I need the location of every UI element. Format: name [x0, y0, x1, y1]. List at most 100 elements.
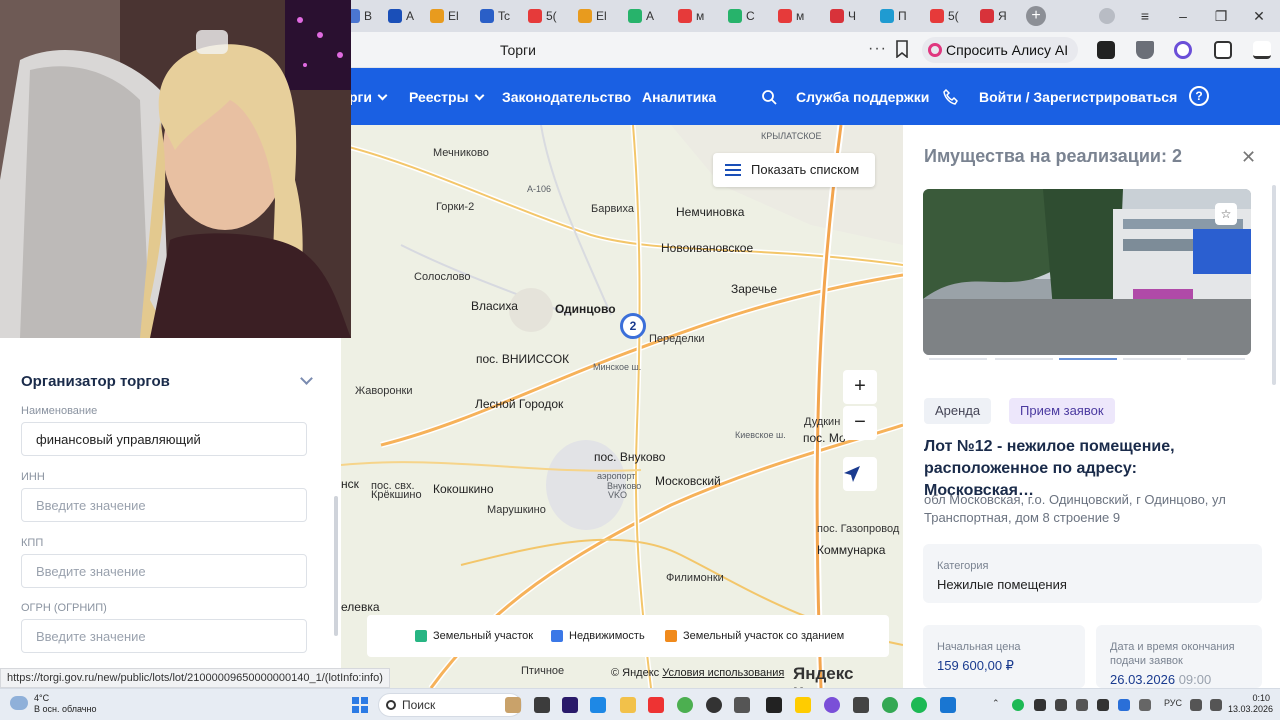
search-icon[interactable]: [761, 89, 777, 105]
browser-tab[interactable]: Tc: [474, 4, 524, 28]
menu-icon[interactable]: ≡: [1134, 6, 1156, 26]
browser-tab[interactable]: А: [622, 4, 672, 28]
extension-hat-icon[interactable]: [1136, 41, 1154, 59]
nav-item-legislation[interactable]: Законодательство: [502, 89, 631, 105]
taskbar-app3-icon[interactable]: [766, 697, 782, 713]
tray-app5-icon[interactable]: [1097, 699, 1109, 711]
tab-label: м: [696, 9, 705, 23]
language-indicator[interactable]: РУС: [1164, 698, 1182, 708]
tab-favicon-icon: [578, 9, 592, 23]
taskbar-obs-icon[interactable]: [706, 697, 722, 713]
organizer-name-input[interactable]: [21, 422, 307, 456]
tab-favicon-icon: [388, 9, 402, 23]
nav-support[interactable]: Служба поддержки: [796, 89, 929, 105]
taskbar-app-icon[interactable]: [590, 697, 606, 713]
close-window-icon[interactable]: ✕: [1248, 6, 1270, 26]
extension-circle-icon[interactable]: [1174, 41, 1192, 59]
filters-sidebar: Организатор торгов Наименование ИНН КПП …: [0, 338, 341, 668]
kpp-input[interactable]: [21, 554, 307, 588]
tab-favicon-icon: [678, 9, 692, 23]
close-icon[interactable]: ✕: [1241, 147, 1256, 168]
taskbar-task-view-icon[interactable]: [534, 697, 550, 713]
taskbar-app5-icon[interactable]: [824, 697, 840, 713]
help-icon[interactable]: ?: [1189, 86, 1209, 106]
tab-favicon-icon: [480, 9, 494, 23]
downloads-icon[interactable]: [1253, 41, 1271, 59]
organizer-section-title[interactable]: Организатор торгов: [21, 373, 170, 390]
taskbar-premiere-icon[interactable]: [562, 697, 578, 713]
taskbar-app4-icon[interactable]: [795, 697, 811, 713]
zoom-out-button[interactable]: −: [843, 406, 877, 440]
tray-app3-icon[interactable]: [1055, 699, 1067, 711]
geolocation-button[interactable]: [843, 457, 877, 491]
more-icon[interactable]: ···: [868, 40, 887, 58]
volume-icon[interactable]: [1210, 699, 1222, 711]
ogrn-input[interactable]: [21, 619, 307, 653]
zoom-in-button[interactable]: +: [843, 370, 877, 404]
favorite-star-icon[interactable]: ☆: [1215, 203, 1237, 225]
map-cluster-marker[interactable]: 2: [620, 313, 646, 339]
browser-tab[interactable]: El: [424, 4, 474, 28]
taskbar-chrome-icon[interactable]: [677, 697, 693, 713]
show-list-button[interactable]: Показать списком: [713, 153, 875, 187]
yandex-maps-logo[interactable]: Яндекс Карты: [793, 664, 903, 688]
filters-scrollbar[interactable]: [334, 496, 338, 636]
browser-tab[interactable]: 5(: [522, 4, 572, 28]
browser-tab[interactable]: 5(: [924, 4, 974, 28]
tray-app-icon[interactable]: [1012, 699, 1024, 711]
taskbar-app6-icon[interactable]: [853, 697, 869, 713]
new-tab-button[interactable]: +: [1026, 6, 1046, 26]
tray-chevron-up-icon[interactable]: ⌃: [992, 698, 1000, 709]
minimize-icon[interactable]: –: [1172, 6, 1194, 26]
windows-start-icon[interactable]: [352, 697, 368, 713]
photo-pager[interactable]: [923, 358, 1251, 360]
taskbar-app2-icon[interactable]: [734, 697, 750, 713]
extension-k-icon[interactable]: [1097, 41, 1115, 59]
nav-item-torgi[interactable]: рги: [349, 89, 388, 105]
lot-photo[interactable]: ☆: [923, 189, 1251, 355]
map-place-label: нск: [341, 477, 359, 491]
tab-label: А: [406, 9, 415, 23]
browser-tab[interactable]: П: [874, 4, 924, 28]
system-clock[interactable]: 0:10 13.03.2026: [1228, 693, 1273, 715]
nav-login[interactable]: Войти / Зарегистрироваться: [979, 89, 1177, 105]
deadline-label: Дата и время окончания подачи заявок: [1110, 641, 1235, 667]
taskbar-widget-icon[interactable]: [505, 697, 521, 713]
maximize-icon[interactable]: ❐: [1210, 6, 1232, 26]
tray-app2-icon[interactable]: [1034, 699, 1046, 711]
phone-icon[interactable]: [943, 89, 959, 105]
browser-tab[interactable]: Ч: [824, 4, 874, 28]
tab-favicon-icon: [980, 9, 994, 23]
taskbar-spotify-icon[interactable]: [911, 697, 927, 713]
taskbar-app7-icon[interactable]: [882, 697, 898, 713]
chevron-down-icon[interactable]: [300, 372, 313, 385]
building-photo: [923, 189, 1251, 355]
tray-app6-icon[interactable]: [1139, 699, 1151, 711]
browser-tab[interactable]: м: [772, 4, 822, 28]
navigation-arrow-icon: [844, 466, 860, 482]
taskbar-yandex-icon[interactable]: [648, 697, 664, 713]
price-label: Начальная цена: [937, 641, 1021, 653]
map[interactable]: Мечниково КРЫЛАТСКОЕ Горки-2 Барвиха Немчино…: [341, 125, 903, 688]
bookmark-icon[interactable]: [894, 40, 910, 58]
map-place-label: А-106: [527, 184, 552, 194]
extension-puzzle-icon[interactable]: [1214, 41, 1232, 59]
taskbar-telegram-icon[interactable]: [940, 697, 956, 713]
taskbar-folder-icon[interactable]: [620, 697, 636, 713]
taskbar-search[interactable]: Поиск: [378, 693, 522, 717]
bluetooth-icon[interactable]: [1118, 699, 1130, 711]
inn-input[interactable]: [21, 488, 307, 522]
wifi-icon[interactable]: [1190, 699, 1202, 711]
nav-item-analytics[interactable]: Аналитика: [642, 89, 716, 105]
nav-item-registries[interactable]: Реестры: [409, 89, 484, 105]
map-terms-link[interactable]: Условия использования: [662, 667, 784, 679]
browser-tab[interactable]: Я: [974, 4, 1024, 28]
ask-alice-button[interactable]: Спросить Алису AI: [922, 37, 1079, 63]
page-title[interactable]: Торги: [500, 42, 536, 58]
tray-app4-icon[interactable]: [1076, 699, 1088, 711]
browser-tab[interactable]: El: [572, 4, 622, 28]
panel-scrollbar[interactable]: [1272, 185, 1276, 385]
browser-tab[interactable]: С: [722, 4, 772, 28]
profile-icon[interactable]: [1096, 6, 1118, 26]
browser-tab[interactable]: м: [672, 4, 722, 28]
